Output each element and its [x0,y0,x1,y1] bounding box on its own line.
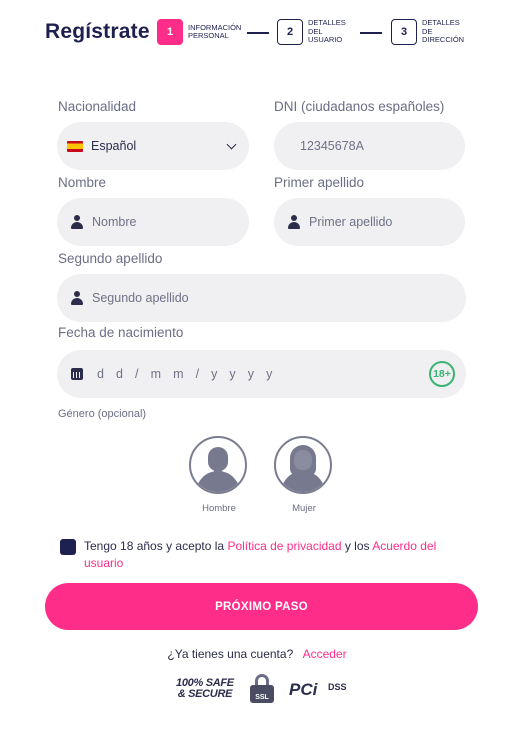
birth-date-input[interactable]: d d / m m / y y y y 18+ [57,350,466,398]
birth-date-placeholder: d d / m m / y y y y [97,367,276,381]
gender-label: Género (opcional) [58,408,147,420]
first-name-placeholder: Nombre [92,215,137,229]
step-2[interactable]: 2 DETALLES DEL USUARIO [277,19,346,45]
step-connector [247,32,269,34]
step-label: INFORMACIÓN PERSONAL [188,22,242,40]
step-number: 3 [391,19,417,45]
next-step-button[interactable]: PRÓXIMO PASO [45,583,478,630]
step-label: DETALLES DEL USUARIO [308,18,346,45]
user-icon [71,291,83,305]
login-prompt: ¿Ya tienes una cuenta? Acceder [0,647,514,661]
login-question: ¿Ya tienes una cuenta? [167,647,294,661]
female-avatar-icon [274,436,332,494]
chevron-down-icon [226,139,237,150]
last-name-2-input[interactable]: Segundo apellido [57,274,466,322]
trust-badges: 100% SAFE & SECURE SSL PCi DSS [0,674,514,708]
consent-text: Tengo 18 años y acepto la Política de pr… [84,539,437,570]
dni-input[interactable]: 12345678A [274,122,465,170]
user-icon [288,215,300,229]
gender-option-male[interactable]: Hombre [189,436,249,514]
step-number: 2 [277,19,303,45]
step-3[interactable]: 3 DETALLES DE DIRECCIÓN [391,19,464,45]
last-name-1-input[interactable]: Primer apellido [274,198,465,246]
dni-placeholder: 12345678A [300,139,364,153]
registration-header: Regístrate 1 INFORMACIÓN PERSONAL 2 DETA… [0,16,514,50]
safe-secure-badge: 100% SAFE & SECURE [176,677,234,700]
nationality-value: Español [91,139,137,153]
male-avatar-icon [189,436,247,494]
gender-option-female[interactable]: Mujer [274,436,334,514]
dss-badge: DSS [328,682,347,692]
step-1[interactable]: 1 INFORMACIÓN PERSONAL [157,19,241,45]
user-icon [71,215,83,229]
privacy-policy-link[interactable]: Política de privacidad [227,539,341,553]
spain-flag-icon [67,140,83,152]
age-18-badge-icon: 18+ [429,361,455,387]
birth-date-label: Fecha de nacimiento [58,325,184,340]
last-name-1-placeholder: Primer apellido [309,215,393,229]
nationality-label: Nacionalidad [58,99,137,114]
last-name-2-label: Segundo apellido [58,251,163,266]
gender-caption-male: Hombre [202,503,236,514]
login-link[interactable]: Acceder [303,647,347,661]
last-name-1-label: Primer apellido [274,175,365,190]
page-title: Regístrate [45,20,150,43]
step-connector [360,32,382,34]
last-name-2-placeholder: Segundo apellido [92,291,189,305]
step-number: 1 [157,19,183,45]
first-name-label: Nombre [58,175,107,190]
consent-checkbox[interactable] [60,539,76,555]
nationality-select[interactable]: Español [57,122,249,170]
ssl-lock-icon: SSL [248,674,276,704]
step-label: DETALLES DE DIRECCIÓN [422,18,465,45]
gender-caption-female: Mujer [292,503,316,514]
pci-badge: PCi [289,680,318,699]
calendar-icon [71,368,83,380]
dni-label: DNI (ciudadanos españoles) [274,99,445,114]
first-name-input[interactable]: Nombre [57,198,249,246]
